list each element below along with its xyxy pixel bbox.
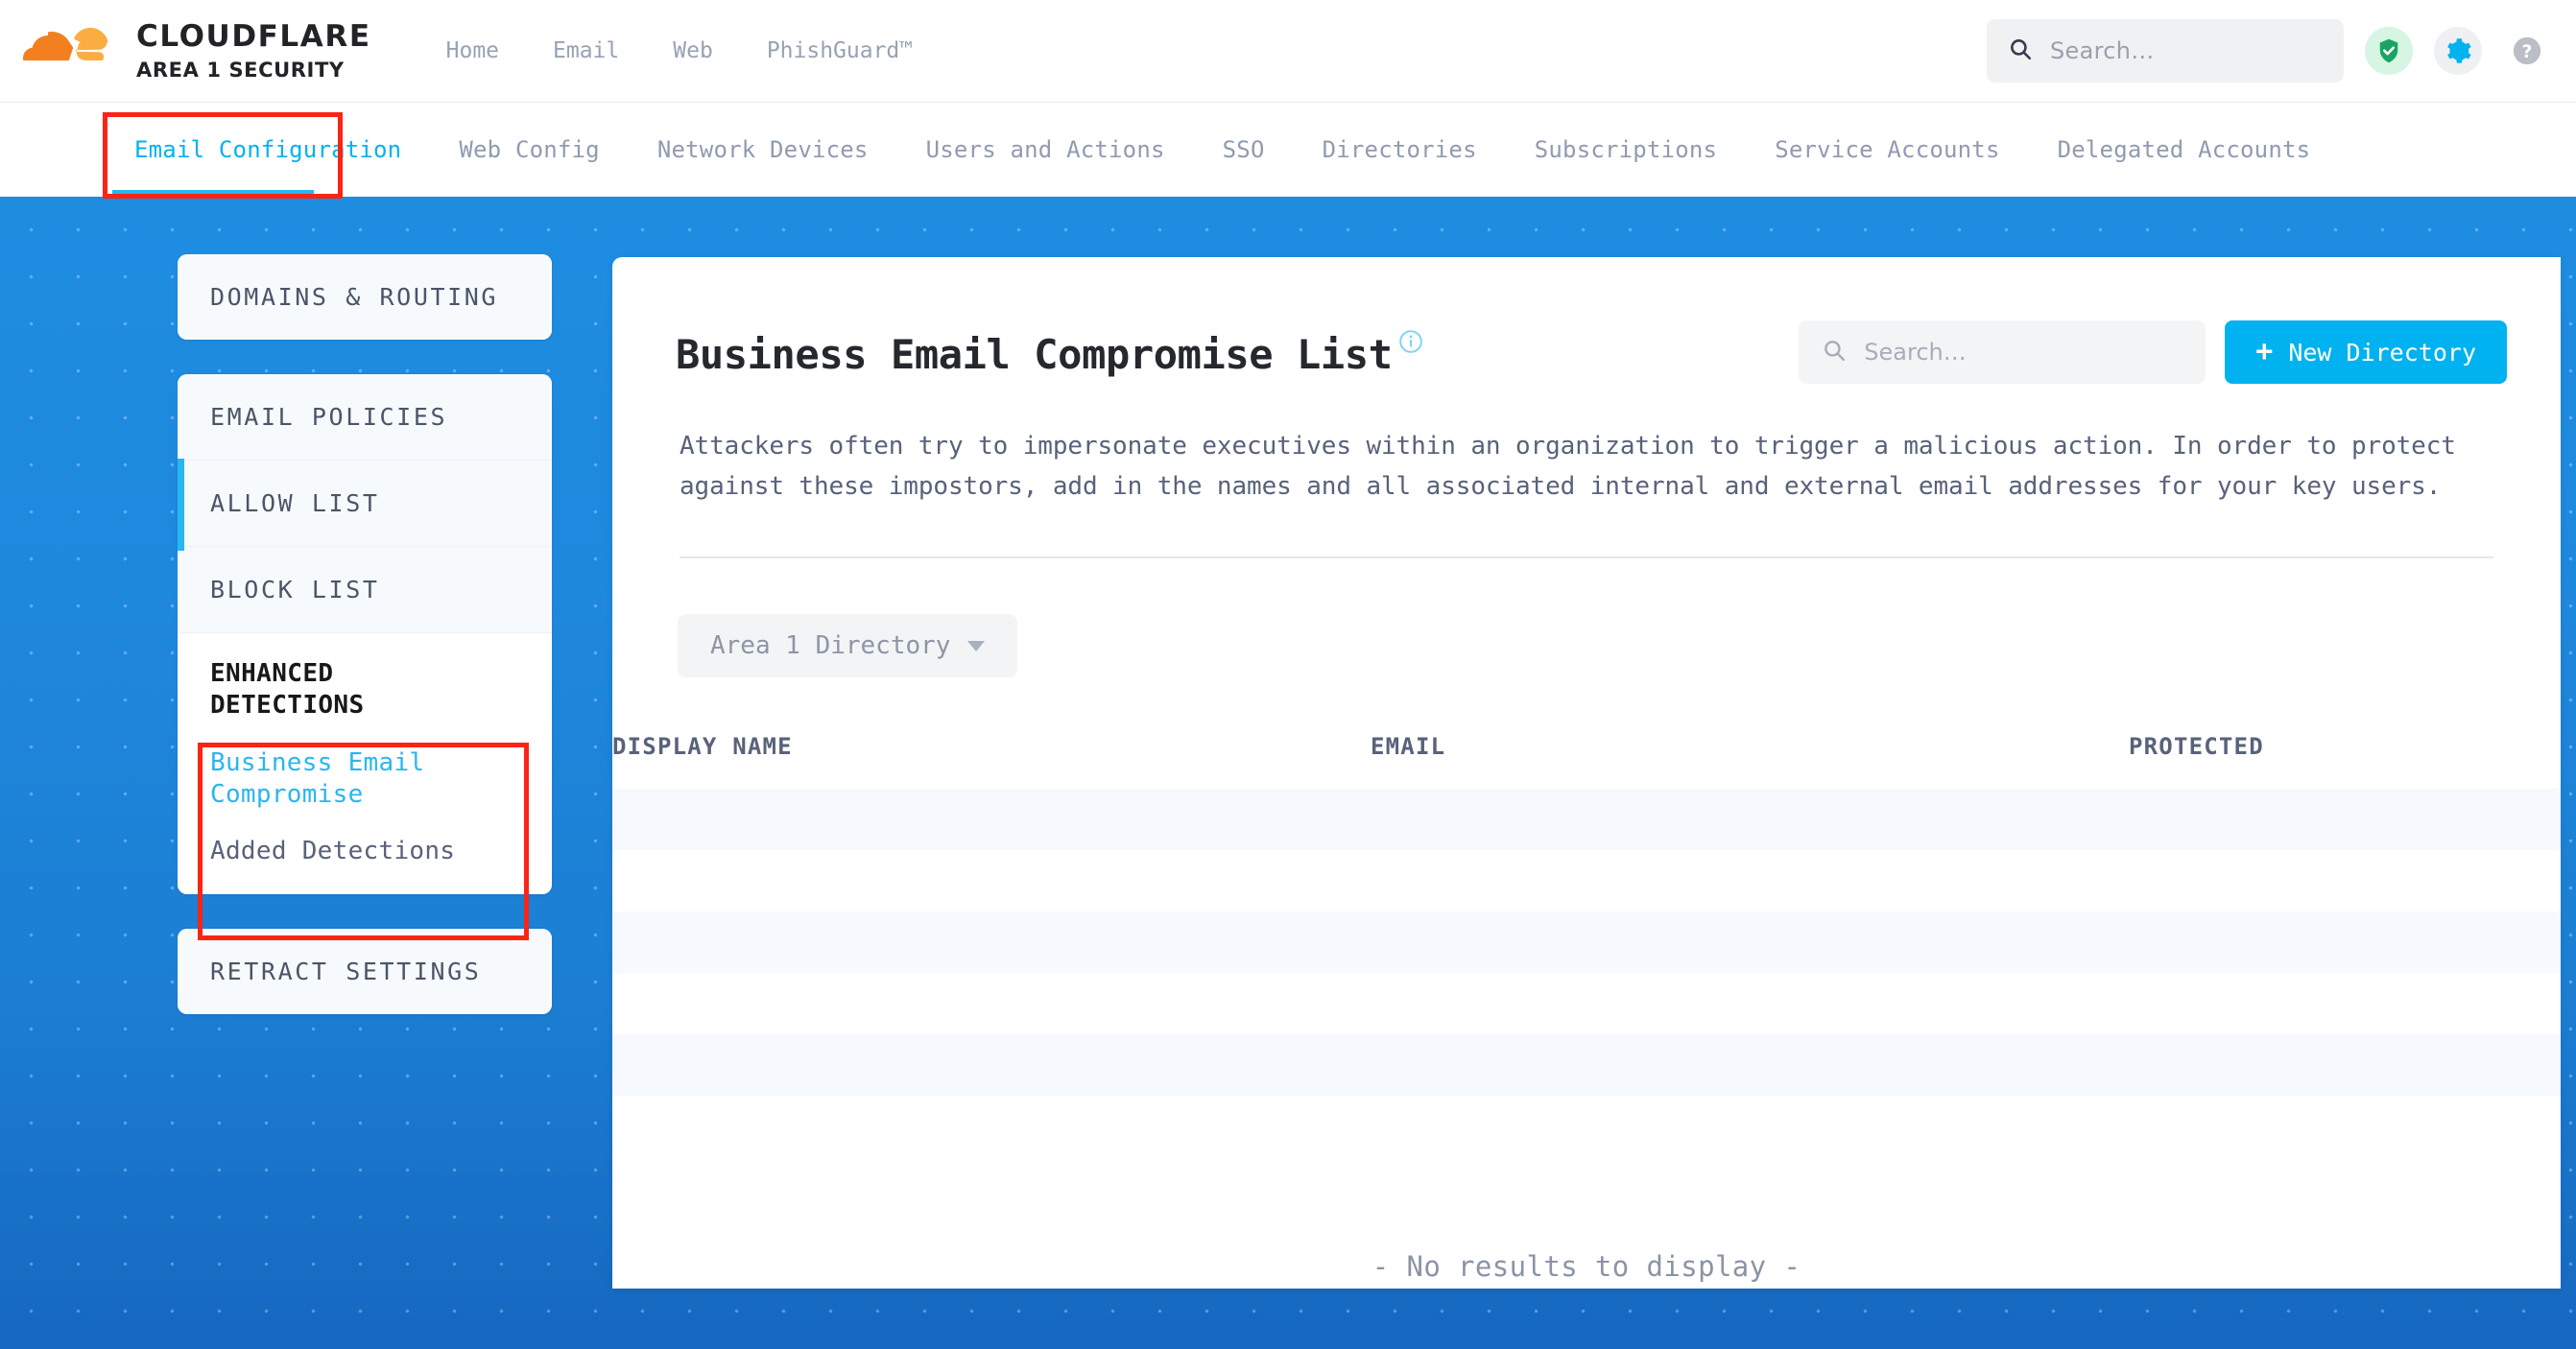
filter-row: Area 1 Directory bbox=[612, 558, 2561, 678]
tab-service-accounts[interactable]: Service Accounts bbox=[1746, 136, 2028, 163]
nav-item-home[interactable]: Home bbox=[419, 29, 526, 73]
sidebar-item-allow-list[interactable]: ALLOW LIST bbox=[178, 460, 552, 546]
global-search-input[interactable]: Search… bbox=[1987, 19, 2344, 83]
nav-item-phishguard[interactable]: PhishGuard™ bbox=[740, 29, 940, 73]
active-tab-underline bbox=[112, 190, 314, 198]
column-header-display-name[interactable]: DISPLAY NAME bbox=[612, 733, 1371, 789]
search-icon bbox=[2008, 36, 2033, 65]
sidebar-group-policies: EMAIL POLICIES ALLOW LIST BLOCK LIST ENH… bbox=[178, 374, 552, 894]
directory-filter-dropdown[interactable]: Area 1 Directory bbox=[678, 614, 1018, 678]
sidebar-group-domains: DOMAINS & ROUTING bbox=[178, 254, 552, 340]
table-row bbox=[612, 850, 2561, 912]
settings-sidebar: DOMAINS & ROUTING EMAIL POLICIES ALLOW L… bbox=[178, 254, 552, 1049]
page-title-text: Business Email Compromise List bbox=[676, 331, 1393, 378]
table-row bbox=[612, 1034, 2561, 1097]
sidebar-item-email-policies[interactable]: EMAIL POLICIES bbox=[178, 374, 552, 460]
help-circle-icon[interactable]: ? bbox=[2503, 27, 2551, 75]
tab-email-configuration[interactable]: Email Configuration bbox=[106, 136, 430, 163]
table-row bbox=[612, 1096, 2561, 1158]
tab-directories[interactable]: Directories bbox=[1294, 136, 1506, 163]
tab-sso[interactable]: SSO bbox=[1194, 136, 1294, 163]
table-row bbox=[612, 911, 2561, 974]
tab-users-and-actions[interactable]: Users and Actions bbox=[897, 136, 1194, 163]
tab-web-config[interactable]: Web Config bbox=[430, 136, 629, 163]
directory-filter-label: Area 1 Directory bbox=[710, 631, 951, 661]
cloudflare-cloud-logo-icon bbox=[23, 24, 123, 78]
brand-title: CLOUDFLARE bbox=[136, 18, 371, 54]
secondary-nav: Email Configuration Web Config Network D… bbox=[0, 103, 2576, 197]
nav-item-email[interactable]: Email bbox=[526, 29, 646, 73]
nav-item-web[interactable]: Web bbox=[646, 29, 740, 73]
sidebar-enhanced-detections-block: ENHANCED DETECTIONS Business Email Compr… bbox=[178, 632, 552, 894]
brand-subtitle: AREA 1 SECURITY bbox=[136, 58, 345, 82]
table-row bbox=[612, 789, 2561, 851]
sidebar-item-block-list[interactable]: BLOCK LIST bbox=[178, 546, 552, 632]
shield-check-icon[interactable] bbox=[2365, 27, 2413, 75]
bec-table: DISPLAY NAME EMAIL PROTECTED bbox=[612, 733, 2561, 1158]
bec-description: Attackers often try to impersonate execu… bbox=[680, 432, 2456, 502]
sidebar-group-retract: RETRACT SETTINGS bbox=[178, 929, 552, 1014]
page-title: Business Email Compromise List bbox=[676, 317, 1423, 378]
sidebar-section-enhanced-detections: ENHANCED DETECTIONS bbox=[210, 659, 365, 720]
sidebar-item-added-detections[interactable]: Added Detections bbox=[210, 837, 519, 865]
main-card-header: Business Email Compromise List Search… +… bbox=[612, 257, 2561, 384]
svg-text:?: ? bbox=[2522, 42, 2533, 62]
column-header-protected[interactable]: PROTECTED bbox=[2129, 733, 2561, 789]
brand-text: CLOUDFLARE AREA 1 SECURITY bbox=[136, 18, 371, 82]
top-header: CLOUDFLARE AREA 1 SECURITY Home Email We… bbox=[0, 0, 2576, 103]
bec-table-body bbox=[612, 789, 2561, 1158]
table-header-row: DISPLAY NAME EMAIL PROTECTED bbox=[612, 733, 2561, 789]
sidebar-item-business-email-compromise[interactable]: Business Email Compromise bbox=[210, 747, 450, 810]
gear-icon[interactable] bbox=[2434, 27, 2482, 75]
new-directory-button[interactable]: + New Directory bbox=[2225, 320, 2507, 384]
active-item-indicator bbox=[178, 459, 184, 551]
tab-delegated-accounts[interactable]: Delegated Accounts bbox=[2029, 136, 2340, 163]
brand-logo[interactable]: CLOUDFLARE AREA 1 SECURITY bbox=[23, 18, 371, 82]
main-card-actions: Search… + New Directory bbox=[1799, 317, 2507, 384]
empty-state-message: - No results to display - bbox=[1371, 1250, 1801, 1283]
primary-nav: Home Email Web PhishGuard™ bbox=[419, 29, 941, 73]
main-content-card: Business Email Compromise List Search… +… bbox=[612, 257, 2561, 1289]
plus-icon: + bbox=[2255, 335, 2274, 368]
bec-search-placeholder: Search… bbox=[1864, 339, 1967, 366]
sidebar-item-retract-settings[interactable]: RETRACT SETTINGS bbox=[178, 929, 552, 1014]
bec-search-input[interactable]: Search… bbox=[1799, 320, 2206, 384]
chevron-down-icon bbox=[967, 640, 986, 651]
column-header-email[interactable]: EMAIL bbox=[1371, 733, 2129, 789]
tab-subscriptions[interactable]: Subscriptions bbox=[1506, 136, 1746, 163]
new-directory-button-label: New Directory bbox=[2288, 338, 2476, 367]
tab-network-devices[interactable]: Network Devices bbox=[629, 136, 897, 163]
sidebar-item-domains-routing[interactable]: DOMAINS & ROUTING bbox=[178, 254, 552, 340]
app-root: CLOUDFLARE AREA 1 SECURITY Home Email We… bbox=[0, 0, 2576, 1349]
table-row bbox=[612, 973, 2561, 1035]
bec-table-head: DISPLAY NAME EMAIL PROTECTED bbox=[612, 733, 2561, 789]
global-search-placeholder: Search… bbox=[2050, 37, 2155, 64]
top-header-actions: Search… ? bbox=[1987, 19, 2551, 83]
info-circle-icon[interactable] bbox=[1398, 317, 1423, 364]
search-icon bbox=[1822, 338, 1847, 367]
